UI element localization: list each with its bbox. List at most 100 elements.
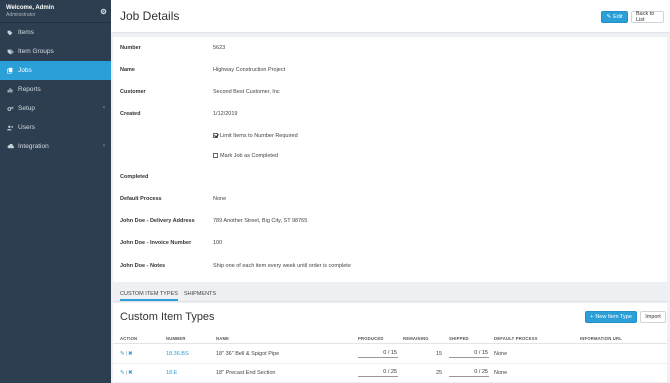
- sidebar-item-label: Setup: [18, 105, 35, 112]
- plus-icon: +: [590, 314, 594, 320]
- chevron-left-icon: ‹: [103, 105, 105, 111]
- sidebar-item-label: Item Groups: [18, 48, 54, 55]
- column-header-shipped: SHIPPED: [449, 336, 469, 341]
- column-header-action: ACTION: [120, 336, 138, 341]
- detail-label: John Doe - Notes: [120, 263, 166, 269]
- detail-value: None: [213, 196, 227, 202]
- sidebar-item-item-groups[interactable]: Item Groups: [0, 42, 111, 61]
- pencil-icon[interactable]: ✎: [120, 370, 125, 376]
- detail-label: Completed: [120, 174, 149, 180]
- item-number-link[interactable]: 18.36.BS: [166, 351, 189, 357]
- mark-completed-label: Mark Job as Completed: [220, 153, 279, 159]
- new-item-type-button[interactable]: + New Item Type: [585, 311, 637, 323]
- pencil-icon: ✎: [606, 14, 612, 20]
- sidebar-header: Welcome, Admin Administrator: [0, 0, 111, 23]
- import-button[interactable]: Import: [640, 311, 666, 323]
- chevron-left-icon: ‹: [103, 143, 105, 149]
- sidebar-item-jobs[interactable]: Jobs: [0, 61, 111, 80]
- bar-chart-icon: [6, 86, 14, 94]
- sidebar-item-integration[interactable]: Integration ‹: [0, 137, 111, 156]
- detail-label: John Doe - Delivery Address: [120, 218, 195, 224]
- detail-value: 5623: [213, 45, 226, 51]
- column-header-remaining: REMAINING: [403, 336, 429, 341]
- detail-row-number: Number 5623: [113, 45, 667, 57]
- sidebar-item-users[interactable]: Users: [0, 118, 111, 137]
- limit-items-checkbox-row[interactable]: Limit Items to Number Required: [113, 133, 667, 145]
- welcome-text: Welcome, Admin: [6, 5, 55, 11]
- mark-completed-checkbox[interactable]: [213, 153, 218, 158]
- edit-button[interactable]: ✎ Edit: [601, 11, 628, 23]
- edit-button-label: Edit: [613, 14, 623, 20]
- remaining-value: 15: [436, 351, 443, 357]
- detail-value: 100: [213, 240, 223, 246]
- sidebar-item-label: Items: [18, 29, 34, 36]
- tab-bar: CUSTOM ITEM TYPES SHIPMENTS: [113, 288, 667, 302]
- default-process-value: None: [494, 370, 508, 376]
- shipped-input[interactable]: 0 / 25: [449, 367, 489, 377]
- detail-value: Ship one of each item every week until o…: [213, 263, 351, 269]
- detail-row-default-process: Default Process None: [113, 196, 667, 208]
- column-header-produced: PRODUCED: [358, 336, 384, 341]
- shipped-input[interactable]: 0 / 15: [449, 348, 489, 358]
- tab-shipments[interactable]: SHIPMENTS: [184, 291, 216, 297]
- item-name: 18" Precast End Section: [216, 370, 276, 376]
- row-actions: ✎|✖: [120, 370, 133, 376]
- row-actions: ✎|✖: [120, 351, 133, 357]
- detail-row-created: Created 1/12/2019: [113, 111, 667, 123]
- section-title: Custom Item Types: [120, 311, 215, 323]
- detail-row-completed: Completed: [113, 174, 667, 186]
- limit-items-wrap: Limit Items to Number Required: [213, 133, 298, 139]
- default-process-value: None: [494, 351, 508, 357]
- detail-row-customer: Customer Second Best Customer, Inc: [113, 89, 667, 101]
- tab-custom-item-types[interactable]: CUSTOM ITEM TYPES: [120, 291, 178, 301]
- job-details-panel: Number 5623 Name Highway Construction Pr…: [113, 37, 667, 282]
- detail-label: Customer: [120, 89, 146, 95]
- detail-value: 789 Another Street, Big City, ST 98765: [213, 218, 308, 224]
- column-header-name: NAME: [216, 336, 230, 341]
- column-header-number: NUMBER: [166, 336, 186, 341]
- sidebar-item-reports[interactable]: Reports: [0, 80, 111, 99]
- detail-row-name: Name Highway Construction Project: [113, 67, 667, 79]
- close-icon[interactable]: ✖: [128, 370, 133, 376]
- item-number-link[interactable]: 18.E: [166, 370, 177, 376]
- sidebar: Welcome, Admin Administrator Items Item …: [0, 0, 111, 383]
- limit-items-checkbox[interactable]: [213, 133, 218, 138]
- sidebar-item-label: Reports: [18, 86, 41, 93]
- main-content: Job Details ✎ Edit Back to List Number 5…: [111, 0, 670, 383]
- detail-label: Created: [120, 111, 141, 117]
- back-to-list-button[interactable]: Back to List: [631, 11, 664, 23]
- sidebar-item-items[interactable]: Items: [0, 23, 111, 42]
- detail-value: 1/12/2019: [213, 111, 238, 117]
- produced-input[interactable]: 0 / 25: [358, 367, 398, 377]
- detail-value: Second Best Customer, Inc: [213, 89, 280, 95]
- sidebar-item-label: Jobs: [18, 67, 32, 74]
- detail-label: Number: [120, 45, 141, 51]
- table-header: ACTION NUMBER NAME PRODUCED REMAINING SH…: [113, 334, 667, 344]
- table-row: ✎|✖ 18.36.BS 18" 36" Bell & Spigot Pipe …: [113, 345, 667, 364]
- gear-icon[interactable]: [100, 8, 107, 15]
- mark-completed-checkbox-row[interactable]: Mark Job as Completed: [113, 153, 667, 165]
- produced-input[interactable]: 0 / 15: [358, 348, 398, 358]
- page-title: Job Details: [120, 9, 180, 23]
- detail-row-delivery-address: John Doe - Delivery Address 789 Another …: [113, 218, 667, 230]
- user-role: Administrator: [6, 12, 36, 18]
- cloud-icon: [6, 143, 14, 151]
- pencil-icon[interactable]: ✎: [120, 351, 125, 357]
- close-icon[interactable]: ✖: [128, 351, 133, 357]
- table-row: ✎|✖ 18.E 18" Precast End Section 0 / 25 …: [113, 364, 667, 383]
- sidebar-item-setup[interactable]: Setup ‹: [0, 99, 111, 118]
- custom-item-types-panel: Custom Item Types + New Item Type Import…: [113, 303, 667, 383]
- detail-value: Highway Construction Project: [213, 67, 286, 73]
- users-icon: [6, 124, 14, 132]
- detail-label: Name: [120, 67, 135, 73]
- item-name: 18" 36" Bell & Spigot Pipe: [216, 351, 280, 357]
- detail-label: John Doe - Invoice Number: [120, 240, 192, 246]
- new-item-type-label: New Item Type: [595, 314, 632, 320]
- detail-label: Default Process: [120, 196, 162, 202]
- copy-icon: [6, 67, 14, 75]
- detail-row-notes: John Doe - Notes Ship one of each item e…: [113, 263, 667, 275]
- column-header-information-url: INFORMATION URL: [580, 336, 622, 341]
- limit-items-label: Limit Items to Number Required: [220, 133, 298, 139]
- column-header-default-process: DEFAULT PROCESS: [494, 336, 538, 341]
- tags-icon: [6, 48, 14, 56]
